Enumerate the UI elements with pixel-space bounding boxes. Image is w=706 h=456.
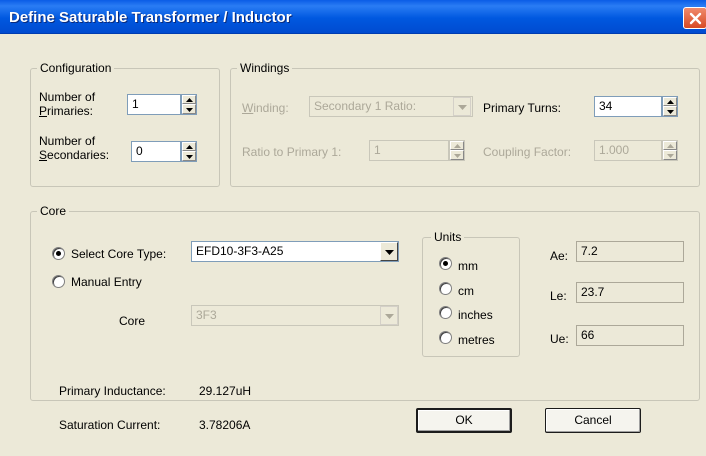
winding-select[interactable]: Secondary 1 Ratio: xyxy=(309,96,473,117)
chevron-down-icon xyxy=(385,314,394,319)
spin-up-button[interactable] xyxy=(182,142,196,151)
primary-turns-label: Primary Turns: xyxy=(483,101,562,115)
triangle-up-icon xyxy=(186,98,193,102)
core-legend: Core xyxy=(37,204,70,218)
ratio-spinner[interactable] xyxy=(449,140,465,161)
triangle-up-icon xyxy=(186,145,193,149)
primary-inductance-value: 29.127uH xyxy=(199,384,252,398)
title-bar[interactable]: Define Saturable Transformer / Inductor xyxy=(0,0,706,34)
ue-label: Ue: xyxy=(550,332,569,346)
radio-dot-icon xyxy=(443,261,448,266)
spin-down-button[interactable] xyxy=(182,151,196,161)
core-material-select[interactable]: 3F3 xyxy=(191,305,399,326)
num-secondaries-input[interactable]: 0 xyxy=(131,141,181,162)
num-secondaries-spinner[interactable] xyxy=(181,141,197,162)
spin-up-button[interactable] xyxy=(450,141,464,150)
units-mm-label[interactable]: mm xyxy=(458,259,478,273)
le-label: Le: xyxy=(550,289,567,303)
units-metres-radio[interactable] xyxy=(439,331,452,344)
ratio-label: Ratio to Primary 1: xyxy=(242,145,342,159)
units-cm-label[interactable]: cm xyxy=(458,284,474,298)
radio-dot-icon xyxy=(56,251,61,256)
spin-down-button[interactable] xyxy=(450,150,464,160)
spin-down-button[interactable] xyxy=(182,104,196,114)
select-core-radio[interactable] xyxy=(52,247,65,260)
units-legend: Units xyxy=(431,230,465,244)
triangle-down-icon xyxy=(667,154,674,158)
select-core-label[interactable]: Select Core Type: xyxy=(71,247,166,261)
chevron-down-icon xyxy=(458,105,467,110)
triangle-down-icon xyxy=(186,155,193,159)
num-primaries-spinner[interactable] xyxy=(181,94,197,115)
triangle-up-icon xyxy=(454,144,461,148)
core-type-select[interactable]: EFD10-3F3-A25 xyxy=(191,241,399,262)
num-secondaries-label-line2: Secondaries: xyxy=(39,148,110,162)
manual-entry-radio[interactable] xyxy=(52,275,65,288)
primary-inductance-label: Primary Inductance: xyxy=(59,384,166,398)
coupling-factor-spinner[interactable] xyxy=(662,140,678,161)
close-button[interactable] xyxy=(683,7,706,29)
spin-up-button[interactable] xyxy=(182,95,196,104)
spin-down-button[interactable] xyxy=(663,106,677,116)
triangle-up-icon xyxy=(667,144,674,148)
dialog-window: Define Saturable Transformer / Inductor … xyxy=(0,0,706,456)
winding-dropdown-button[interactable] xyxy=(453,97,471,116)
configuration-group: Configuration xyxy=(30,61,220,187)
spin-up-button[interactable] xyxy=(663,97,677,106)
num-secondaries-label-line1: Number of xyxy=(39,134,96,148)
saturation-current-value: 3.78206A xyxy=(199,418,251,432)
spin-up-button[interactable] xyxy=(663,141,677,150)
units-metres-label[interactable]: metres xyxy=(458,333,495,347)
winding-label: Winding: xyxy=(242,101,289,115)
cancel-button[interactable]: Cancel xyxy=(545,408,641,433)
saturation-current-label: Saturation Current: xyxy=(59,418,161,432)
ae-label: Ae: xyxy=(550,249,569,263)
ae-value: 7.2 xyxy=(576,241,684,262)
windings-group: Windings xyxy=(230,61,700,187)
triangle-up-icon xyxy=(667,100,674,104)
units-mm-radio[interactable] xyxy=(439,257,452,270)
core-type-dropdown-button[interactable] xyxy=(380,242,398,261)
coupling-factor-input[interactable]: 1.000 xyxy=(594,140,662,161)
ok-button[interactable]: OK xyxy=(416,408,512,433)
units-cm-radio[interactable] xyxy=(439,282,452,295)
core-material-label: Core xyxy=(119,314,146,328)
ue-value: 66 xyxy=(576,325,684,346)
core-material-dropdown-button[interactable] xyxy=(380,306,398,325)
window-title: Define Saturable Transformer / Inductor xyxy=(9,9,292,26)
dialog-body: Configuration Number of Primaries: 1 Num… xyxy=(3,34,703,453)
primary-turns-input[interactable]: 34 xyxy=(594,96,662,117)
triangle-down-icon xyxy=(667,110,674,114)
units-inches-radio[interactable] xyxy=(439,306,452,319)
spin-down-button[interactable] xyxy=(663,150,677,160)
primary-turns-spinner[interactable] xyxy=(662,96,678,117)
chevron-down-icon xyxy=(385,250,394,255)
close-x-icon xyxy=(689,12,702,25)
configuration-legend: Configuration xyxy=(37,61,115,75)
manual-entry-label[interactable]: Manual Entry xyxy=(71,275,142,289)
num-primaries-label-line2: Primaries: xyxy=(39,104,94,118)
num-primaries-input[interactable]: 1 xyxy=(127,94,181,115)
triangle-down-icon xyxy=(454,154,461,158)
windings-legend: Windings xyxy=(237,61,293,75)
num-primaries-label-line1: Number of xyxy=(39,90,96,104)
units-inches-label[interactable]: inches xyxy=(458,308,493,322)
triangle-down-icon xyxy=(186,108,193,112)
le-value: 23.7 xyxy=(576,282,684,303)
ratio-input[interactable]: 1 xyxy=(369,140,449,161)
coupling-factor-label: Coupling Factor: xyxy=(483,145,572,159)
